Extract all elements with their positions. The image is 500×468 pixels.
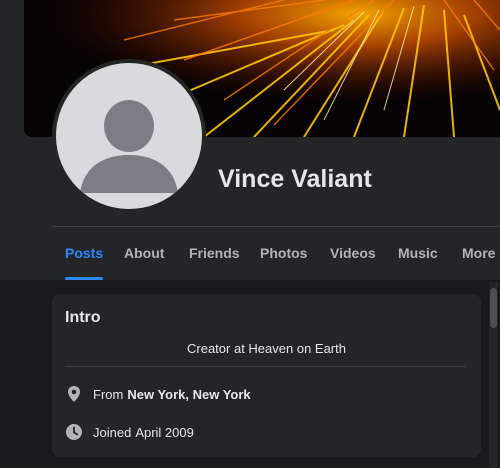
page-scrollbar[interactable] [489, 282, 498, 468]
tab-music[interactable]: Music [398, 227, 438, 280]
profile-tabs: Posts About Friends Photos Videos Music … [52, 227, 500, 280]
intro-title: Intro [65, 309, 101, 326]
joined-value: April 2009 [135, 424, 194, 440]
tab-videos[interactable]: Videos [330, 227, 376, 280]
tab-posts[interactable]: Posts [65, 227, 104, 280]
default-avatar-icon [56, 63, 202, 209]
tab-more[interactable]: More [462, 227, 495, 280]
profile-header: Vince Valiant Posts About Friends Photos… [0, 0, 500, 280]
tab-about[interactable]: About [124, 227, 164, 280]
intro-joined-row: Joined April 2009 [65, 422, 194, 442]
intro-bio: Creator at Heaven on Earth [187, 341, 346, 356]
scrollbar-thumb[interactable] [490, 288, 497, 328]
tab-photos[interactable]: Photos [260, 227, 307, 280]
map-pin-icon [65, 385, 83, 403]
intro-divider [65, 366, 466, 367]
location-value[interactable]: New York, New York [127, 387, 250, 402]
location-prefix: From [93, 386, 124, 402]
joined-prefix: Joined [93, 424, 132, 440]
clock-icon [65, 423, 83, 441]
profile-name: Vince Valiant [218, 165, 372, 193]
intro-card: Intro Creator at Heaven on Earth From Ne… [52, 294, 481, 457]
intro-location-row: From New York, New York [65, 384, 251, 404]
profile-avatar[interactable] [52, 59, 206, 213]
tab-friends[interactable]: Friends [189, 227, 240, 280]
